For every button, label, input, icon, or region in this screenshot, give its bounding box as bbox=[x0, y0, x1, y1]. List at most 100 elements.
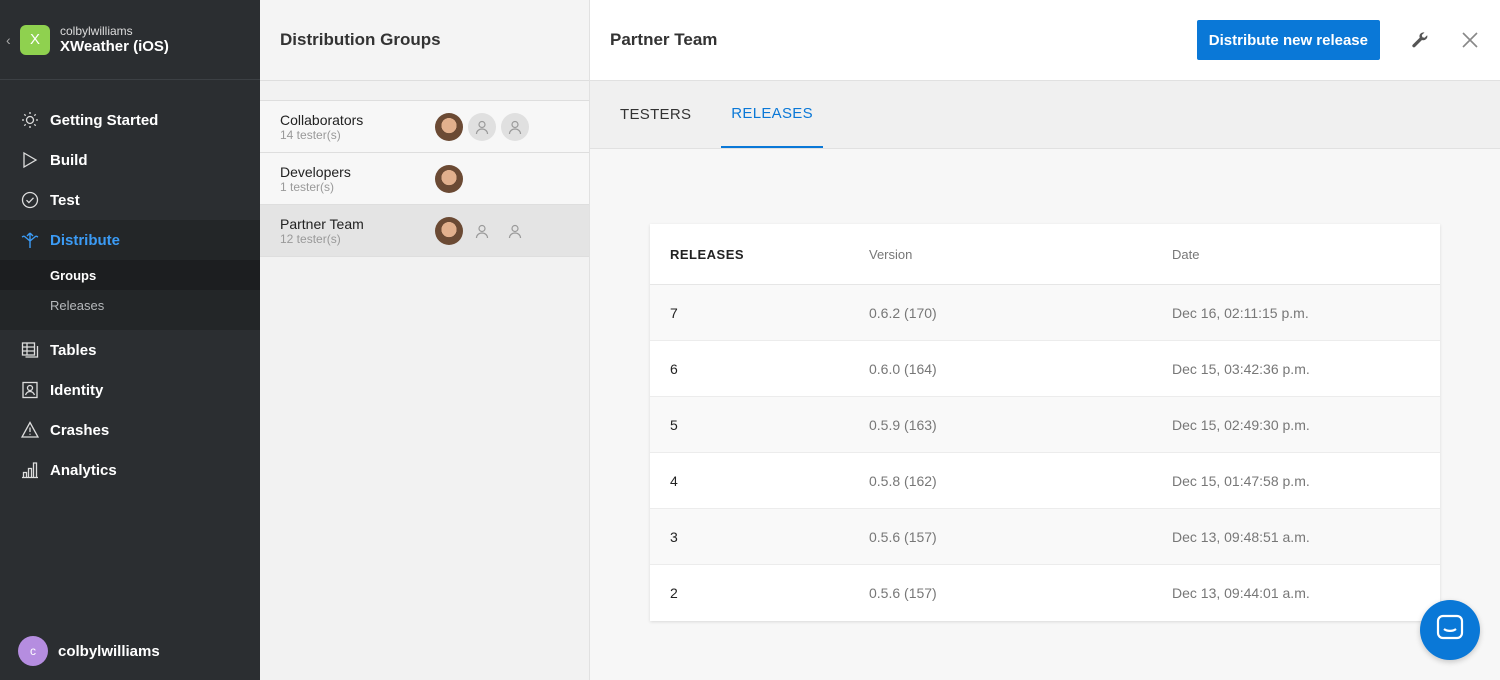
app-icon: X bbox=[20, 24, 50, 55]
app-name: XWeather (iOS) bbox=[60, 37, 169, 55]
sidebar-nav: Getting Started Build Test Distribute Gr… bbox=[0, 80, 260, 490]
wrench-icon[interactable] bbox=[1400, 20, 1440, 60]
avatar: c bbox=[18, 636, 48, 666]
user-name: colbylwilliams bbox=[58, 642, 160, 660]
release-date: Dec 15, 03:42:36 p.m. bbox=[1172, 360, 1310, 377]
distribution-groups-panel: Distribution Groups Collaborators 14 tes… bbox=[260, 0, 590, 680]
sidebar-item-crashes[interactable]: Crashes bbox=[0, 410, 260, 450]
sun-icon bbox=[20, 110, 40, 130]
table-row[interactable]: 6 0.6.0 (164) Dec 15, 03:42:36 p.m. bbox=[650, 341, 1440, 397]
group-row-developers[interactable]: Developers 1 tester(s) bbox=[260, 153, 589, 205]
column-header-releases: RELEASES bbox=[670, 246, 745, 262]
release-number: 3 bbox=[670, 528, 678, 545]
check-circle-icon bbox=[20, 190, 40, 210]
distribute-icon bbox=[20, 230, 40, 250]
release-version: 0.5.9 (163) bbox=[869, 416, 937, 433]
release-date: Dec 15, 02:49:30 p.m. bbox=[1172, 416, 1310, 433]
release-version: 0.6.2 (170) bbox=[869, 304, 937, 321]
release-number: 5 bbox=[670, 416, 678, 433]
release-version: 0.5.8 (162) bbox=[869, 472, 937, 489]
user-menu[interactable]: c colbylwilliams bbox=[0, 622, 260, 680]
group-tester-count: 14 tester(s) bbox=[280, 127, 341, 142]
warning-icon bbox=[20, 420, 40, 440]
tabs: TESTERS RELEASES bbox=[590, 81, 1500, 149]
topbar: Partner Team Distribute new release bbox=[590, 0, 1500, 81]
user-placeholder-icon bbox=[468, 112, 496, 141]
sidebar-item-identity[interactable]: Identity bbox=[0, 370, 260, 410]
page-title: Partner Team bbox=[610, 30, 718, 49]
release-date: Dec 15, 01:47:58 p.m. bbox=[1172, 472, 1310, 489]
app-owner: colbylwilliams bbox=[60, 23, 133, 38]
avatar bbox=[435, 164, 463, 193]
tab-releases[interactable]: RELEASES bbox=[721, 81, 823, 148]
user-placeholder-icon bbox=[501, 217, 529, 245]
group-row-partner-team[interactable]: Partner Team 12 tester(s) bbox=[260, 205, 589, 257]
group-avatars bbox=[435, 112, 534, 141]
group-tester-count: 12 tester(s) bbox=[280, 231, 341, 246]
group-name: Collaborators bbox=[280, 111, 364, 128]
sidebar-item-label: Analytics bbox=[50, 461, 117, 479]
bar-chart-icon bbox=[20, 460, 40, 480]
table-row[interactable]: 7 0.6.2 (170) Dec 16, 02:11:15 p.m. bbox=[650, 285, 1440, 341]
release-number: 2 bbox=[670, 585, 678, 601]
sidebar-subitem-releases[interactable]: Releases bbox=[0, 290, 260, 320]
table-body: 7 0.6.2 (170) Dec 16, 02:11:15 p.m. 6 0.… bbox=[650, 285, 1440, 621]
sidebar-subitem-groups[interactable]: Groups bbox=[0, 260, 260, 290]
release-version: 0.5.6 (157) bbox=[869, 585, 937, 601]
sidebar-item-label: Getting Started bbox=[50, 111, 159, 129]
column-header-date: Date bbox=[1172, 246, 1200, 262]
sidebar-item-getting-started[interactable]: Getting Started bbox=[0, 100, 260, 140]
close-icon[interactable] bbox=[1450, 20, 1490, 60]
chat-launcher-button[interactable] bbox=[1420, 600, 1480, 660]
sidebar-item-build[interactable]: Build bbox=[0, 140, 260, 180]
sidebar-item-test[interactable]: Test bbox=[0, 180, 260, 220]
avatar bbox=[435, 216, 463, 245]
sidebar-item-label: Distribute bbox=[50, 231, 121, 249]
sidebar: ‹ X colbylwilliams XWeather (iOS) Gettin… bbox=[0, 0, 260, 680]
sidebar-item-analytics[interactable]: Analytics bbox=[0, 450, 260, 490]
group-avatars bbox=[435, 216, 534, 245]
release-number: 4 bbox=[670, 472, 678, 489]
release-number: 7 bbox=[670, 304, 678, 321]
chevron-left-icon[interactable]: ‹ bbox=[6, 32, 20, 48]
release-date: Dec 16, 02:11:15 p.m. bbox=[1172, 304, 1309, 321]
sidebar-item-tables[interactable]: Tables bbox=[0, 330, 260, 370]
sidebar-item-label: Build bbox=[50, 151, 88, 169]
group-tester-count: 1 tester(s) bbox=[280, 179, 335, 194]
release-number: 6 bbox=[670, 360, 678, 377]
tables-icon bbox=[20, 340, 40, 360]
distribute-new-release-button[interactable]: Distribute new release bbox=[1196, 20, 1380, 60]
sidebar-item-label: Identity bbox=[50, 381, 104, 399]
column-header-version: Version bbox=[869, 246, 913, 262]
main-content: Partner Team Distribute new release TEST… bbox=[590, 0, 1500, 680]
table-row[interactable]: 4 0.5.8 (162) Dec 15, 01:47:58 p.m. bbox=[650, 453, 1440, 509]
chat-icon bbox=[1435, 613, 1465, 648]
table-row[interactable]: 5 0.5.9 (163) Dec 15, 02:49:30 p.m. bbox=[650, 397, 1440, 453]
play-icon bbox=[20, 150, 40, 170]
group-row-collaborators[interactable]: Collaborators 14 tester(s) bbox=[260, 101, 589, 153]
group-name: Partner Team bbox=[280, 215, 364, 232]
sidebar-item-label: Crashes bbox=[50, 421, 110, 439]
group-name: Developers bbox=[280, 163, 351, 180]
groups-title: Distribution Groups bbox=[260, 0, 589, 81]
release-version: 0.5.6 (157) bbox=[869, 528, 937, 545]
user-placeholder-icon bbox=[468, 217, 496, 245]
user-placeholder-icon bbox=[501, 112, 529, 141]
release-date: Dec 13, 09:48:51 a.m. bbox=[1172, 528, 1310, 545]
avatar bbox=[435, 112, 463, 141]
identity-icon bbox=[20, 380, 40, 400]
table-row[interactable]: 3 0.5.6 (157) Dec 13, 09:48:51 a.m. bbox=[650, 509, 1440, 565]
distribute-subnav: Groups Releases bbox=[0, 260, 260, 330]
sidebar-item-label: Test bbox=[50, 191, 80, 209]
release-date: Dec 13, 09:44:01 a.m. bbox=[1172, 585, 1310, 601]
sidebar-item-label: Tables bbox=[50, 341, 97, 359]
releases-table: RELEASES Version Date 7 0.6.2 (170) Dec … bbox=[650, 224, 1440, 621]
sidebar-item-distribute[interactable]: Distribute bbox=[0, 220, 260, 260]
group-list: Collaborators 14 tester(s) Developers 1 … bbox=[260, 100, 589, 257]
app-header[interactable]: ‹ X colbylwilliams XWeather (iOS) bbox=[0, 0, 260, 80]
group-avatars bbox=[435, 164, 468, 193]
table-header: RELEASES Version Date bbox=[650, 224, 1440, 285]
table-row[interactable]: 2 0.5.6 (157) Dec 13, 09:44:01 a.m. bbox=[650, 565, 1440, 621]
release-version: 0.6.0 (164) bbox=[869, 360, 937, 377]
tab-testers[interactable]: TESTERS bbox=[610, 81, 701, 148]
